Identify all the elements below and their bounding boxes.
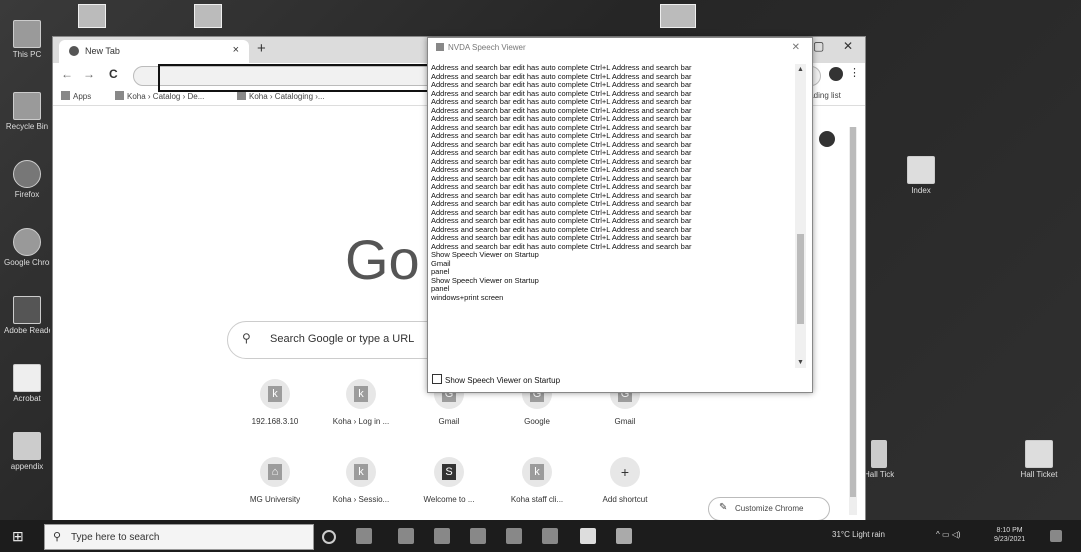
speech-line: Gmail: [431, 258, 451, 268]
plus-icon: +: [620, 464, 630, 480]
maximize-button[interactable]: ▢: [813, 39, 824, 53]
desktop-icon-acrobat[interactable]: Acrobat: [4, 364, 50, 403]
taskbar: ⊞ ⚲ Type here to search 31°C Light rain …: [0, 520, 1081, 552]
nvda-title: NVDA Speech Viewer: [436, 43, 526, 52]
cortana-icon[interactable]: [322, 530, 336, 544]
checkbox-box[interactable]: [432, 374, 442, 384]
university-icon: ⌂: [268, 464, 282, 480]
customize-chrome-button[interactable]: ✎ Customize Chrome: [708, 497, 830, 521]
chrome-favicon-icon: [69, 46, 79, 56]
koha-icon: [237, 91, 246, 100]
google-account-avatar[interactable]: [819, 131, 835, 147]
nvda-taskbar-icon[interactable]: [580, 528, 596, 544]
add-shortcut-button[interactable]: + Add shortcut: [585, 457, 665, 504]
bookmark-apps[interactable]: Apps: [61, 91, 91, 101]
desktop-icon-this-pc[interactable]: This PC: [4, 20, 50, 59]
bookmark-koha-catalog[interactable]: Koha › Catalog › De...: [115, 91, 204, 101]
desktop-icon-chrome[interactable]: Google Chrome: [4, 228, 50, 267]
task-view-icon[interactable]: [356, 528, 372, 544]
tab-title: New Tab: [85, 46, 120, 56]
menu-kebab-icon[interactable]: ⋮: [849, 66, 860, 79]
desktop-icon-appendix[interactable]: appendix: [4, 432, 50, 471]
shortcut-tile[interactable]: k Koha › Log in ...: [321, 379, 401, 426]
desktop-icon-hall-ticket[interactable]: Hall Ticket: [1016, 440, 1062, 479]
speech-log[interactable]: Address and search bar edit has auto com…: [431, 64, 793, 364]
new-tab-button[interactable]: +: [257, 40, 266, 57]
tab-close-icon[interactable]: ×: [233, 44, 239, 56]
desktop-icon-word-top[interactable]: [78, 4, 106, 28]
page-scrollbar[interactable]: [849, 127, 857, 515]
search-icon: ⚲: [242, 331, 251, 345]
notification-icon[interactable]: [1050, 530, 1062, 542]
desktop-icon-top-3[interactable]: [660, 4, 696, 28]
s-icon: S: [442, 464, 456, 480]
shortcut-tile[interactable]: k 192.168.3.10: [235, 379, 315, 426]
tray-icons[interactable]: ^ ▭ ◁): [936, 530, 961, 539]
file-explorer-icon[interactable]: [434, 528, 450, 544]
google-logo: Go: [345, 228, 420, 291]
bookmark-koha-cataloging[interactable]: Koha › Cataloging ›...: [237, 91, 325, 101]
chrome-taskbar-icon[interactable]: [616, 528, 632, 544]
desktop-icon-index[interactable]: Index: [898, 156, 944, 195]
shortcut-tile[interactable]: k Koha staff cli...: [497, 457, 577, 504]
koha-icon: k: [354, 386, 368, 402]
speech-line: windows+print screen: [431, 292, 504, 302]
edge-icon[interactable]: [398, 528, 414, 544]
desktop-icon-recycle-bin[interactable]: Recycle Bin: [4, 92, 50, 131]
koha-icon: [115, 91, 124, 100]
firefox-icon[interactable]: [542, 528, 558, 544]
scroll-down-icon[interactable]: ▼: [797, 359, 804, 366]
nvda-close-button[interactable]: ✕: [792, 42, 800, 53]
scrollbar-thumb[interactable]: [797, 234, 804, 324]
weather[interactable]: 31°C Light rain: [832, 530, 885, 539]
speech-log-scrollbar[interactable]: ▲ ▼: [795, 64, 806, 368]
desktop-icon-firefox[interactable]: Firefox: [4, 160, 50, 199]
start-button[interactable]: ⊞: [12, 528, 24, 545]
koha-icon: k: [268, 386, 282, 402]
nvda-speech-viewer: NVDA Speech Viewer ✕ Address and search …: [427, 37, 813, 393]
window-close-button[interactable]: ✕: [843, 39, 853, 53]
search-icon: ⚲: [53, 531, 62, 543]
show-on-startup-checkbox[interactable]: Show Speech Viewer on Startup: [432, 374, 560, 385]
apps-grid-icon: [61, 91, 70, 100]
desktop-icon-adobe-reader[interactable]: Adobe Reader: [4, 296, 50, 335]
taskbar-search[interactable]: ⚲ Type here to search: [44, 524, 314, 550]
nvda-icon: [436, 43, 444, 51]
clock[interactable]: 8:10 PM 9/23/2021: [994, 526, 1025, 544]
scroll-up-icon[interactable]: ▲: [797, 66, 804, 73]
forward-button[interactable]: →: [83, 67, 95, 81]
store-icon[interactable]: [470, 528, 486, 544]
speech-line: Show Speech Viewer on Startup: [431, 275, 539, 285]
desktop-icon-word-top-2[interactable]: [194, 4, 222, 28]
pencil-icon: ✎: [719, 502, 728, 513]
shortcut-tile[interactable]: S Welcome to ...: [409, 457, 489, 504]
scrollbar-thumb[interactable]: [850, 127, 856, 497]
reload-button[interactable]: C: [109, 67, 118, 81]
koha-icon: k: [530, 464, 544, 480]
tab-new-tab[interactable]: New Tab ×: [59, 40, 249, 63]
speech-line: Show Speech Viewer on Startup: [431, 250, 539, 259]
back-button[interactable]: ←: [61, 67, 73, 81]
mail-icon[interactable]: [506, 528, 522, 544]
desktop-icon-hall-ticket-partial[interactable]: Hall Ticket: [864, 440, 894, 479]
shortcut-tile[interactable]: ⌂ MG University: [235, 457, 315, 504]
profile-avatar[interactable]: [829, 67, 843, 81]
shortcut-tile[interactable]: k Koha › Sessio...: [321, 457, 401, 504]
search-placeholder: Search Google or type a URL: [270, 333, 415, 345]
koha-icon: k: [354, 464, 368, 480]
